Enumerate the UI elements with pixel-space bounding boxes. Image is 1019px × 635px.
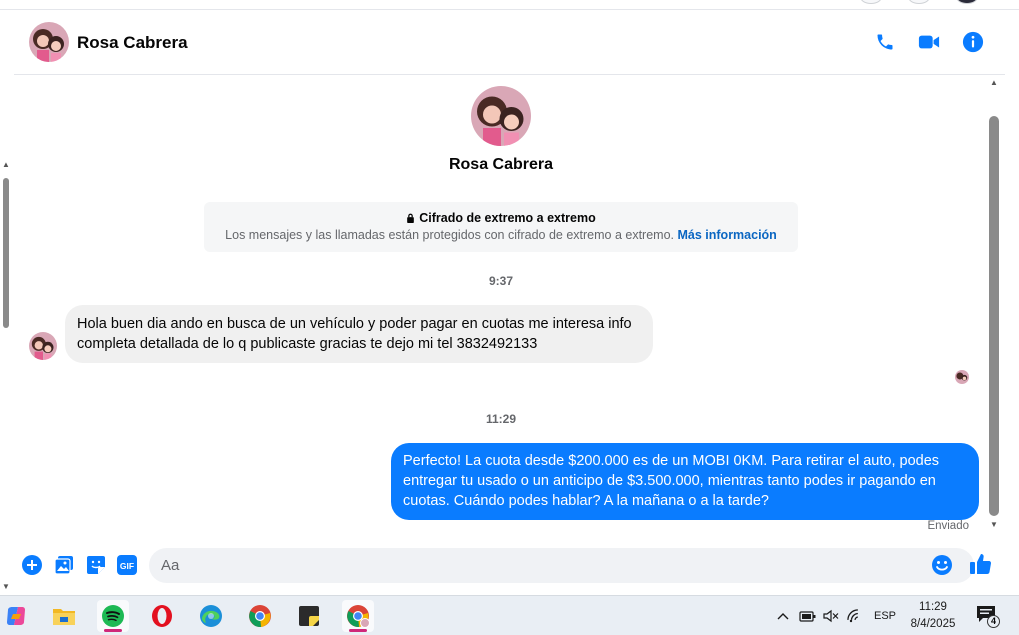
wifi-icon[interactable] xyxy=(846,607,864,625)
clock[interactable]: 11:29 8/4/2025 xyxy=(900,599,966,633)
clock-time: 11:29 xyxy=(919,601,947,613)
clock-date: 8/4/2025 xyxy=(910,618,956,630)
active-indicator xyxy=(104,629,122,632)
gif-icon[interactable]: GIF xyxy=(117,554,137,576)
battery-icon[interactable] xyxy=(798,607,816,625)
encryption-title-row: Cifrado de extremo a extremo xyxy=(204,211,798,225)
profile-icon[interactable] xyxy=(956,0,978,4)
scroll-down-icon[interactable]: ▼ xyxy=(990,520,998,529)
image-icon[interactable] xyxy=(53,554,75,576)
encryption-notice: Cifrado de extremo a extremo Los mensaje… xyxy=(204,202,798,252)
file-explorer-icon[interactable] xyxy=(48,600,80,632)
message-timestamp: 9:37 xyxy=(488,274,514,288)
top-circle-icon[interactable] xyxy=(860,0,882,4)
language-indicator[interactable]: ESP xyxy=(874,610,896,622)
edge-icon[interactable] xyxy=(195,600,227,632)
scroll-up-icon[interactable]: ▲ xyxy=(990,78,998,87)
encryption-description: Los mensajes y las llamadas están proteg… xyxy=(225,228,675,242)
more-info-link[interactable]: Más información xyxy=(678,228,777,242)
lock-icon xyxy=(407,213,415,223)
profile-avatar[interactable] xyxy=(471,86,531,146)
encryption-description-row: Los mensajes y las llamadas están proteg… xyxy=(204,228,798,242)
chat-scrollbar[interactable]: ▲ ▼ xyxy=(988,76,1000,532)
seen-avatar xyxy=(955,370,969,384)
profile-name: Rosa Cabrera xyxy=(448,156,554,173)
top-strip xyxy=(0,0,1019,10)
page-scrollbar-thumb[interactable] xyxy=(3,178,9,328)
sticky-notes-icon[interactable] xyxy=(293,600,325,632)
outgoing-message[interactable]: Perfecto! La cuota desde $200.000 es de … xyxy=(391,443,979,520)
plus-icon[interactable] xyxy=(21,554,43,576)
chat-header: Rosa Cabrera xyxy=(14,11,1005,75)
gif-label: GIF xyxy=(120,561,134,571)
info-icon[interactable] xyxy=(961,30,985,54)
sender-avatar[interactable] xyxy=(29,332,57,360)
incoming-message[interactable]: Hola buen dia ando en busca de un vehícu… xyxy=(65,305,653,363)
notification-count: 4 xyxy=(987,615,1000,628)
encryption-title: Cifrado de extremo a extremo xyxy=(419,211,596,225)
notification-icon[interactable]: 4 xyxy=(976,605,1002,629)
header-actions xyxy=(873,30,985,54)
phone-icon[interactable] xyxy=(873,30,897,54)
top-circle-icon[interactable] xyxy=(908,0,930,4)
avatar[interactable] xyxy=(29,22,69,62)
message-timestamp: 11:29 xyxy=(485,412,517,426)
video-camera-icon[interactable] xyxy=(917,30,941,54)
opera-icon[interactable] xyxy=(146,600,178,632)
chat-scrollbar-thumb[interactable] xyxy=(989,116,999,516)
system-tray: ESP xyxy=(774,596,896,635)
spotify-icon[interactable] xyxy=(97,600,129,632)
thumbs-up-icon[interactable] xyxy=(969,552,995,578)
sent-status: Enviado xyxy=(927,520,969,532)
sticker-icon[interactable] xyxy=(85,554,107,576)
composer: GIF xyxy=(14,540,1005,592)
volume-muted-icon[interactable] xyxy=(822,607,840,625)
active-indicator xyxy=(349,629,367,632)
message-input[interactable] xyxy=(149,548,974,583)
chrome-profile-icon[interactable] xyxy=(342,600,374,632)
copilot-icon[interactable] xyxy=(0,600,32,632)
taskbar: ESP 11:29 8/4/2025 4 xyxy=(0,595,1019,635)
contact-name[interactable]: Rosa Cabrera xyxy=(77,33,188,53)
chrome-icon[interactable] xyxy=(244,600,276,632)
chevron-up-icon[interactable] xyxy=(774,607,792,625)
scroll-down-icon[interactable]: ▼ xyxy=(2,582,10,591)
emoji-icon[interactable] xyxy=(931,554,953,576)
page-scrollbar[interactable]: ▲ ▼ xyxy=(0,160,12,592)
